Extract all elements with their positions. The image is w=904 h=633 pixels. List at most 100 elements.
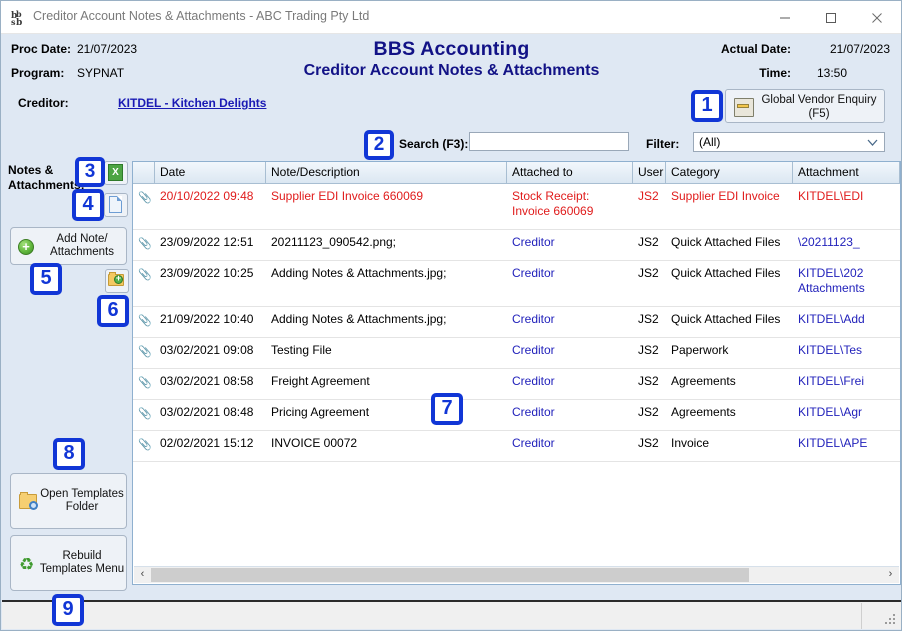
cell-note[interactable]: Adding Notes & Attachments.jpg; bbox=[266, 307, 507, 338]
cell-category[interactable]: Agreements bbox=[666, 400, 793, 431]
cell-category[interactable]: Agreements bbox=[666, 369, 793, 400]
creditor-link[interactable]: KITDEL - Kitchen Delights bbox=[118, 96, 266, 110]
cell-date[interactable]: 03/02/2021 08:48 bbox=[155, 400, 266, 431]
filter-dropdown[interactable]: (All) bbox=[693, 132, 885, 152]
grid-header-attachment[interactable]: Attachment bbox=[793, 162, 900, 183]
callout-badge-1: 1 bbox=[691, 90, 723, 122]
cell-category[interactable]: Paperwork bbox=[666, 338, 793, 369]
cell-date[interactable]: 23/09/2022 10:25 bbox=[155, 261, 266, 307]
cell-attached-to[interactable]: Creditor bbox=[507, 338, 633, 369]
cell-attached-to[interactable]: Creditor bbox=[507, 400, 633, 431]
table-row[interactable]: 📎 23/09/2022 12:5120211123_090542.png;Cre… bbox=[133, 230, 900, 261]
paperclip-icon[interactable]: 📎 bbox=[138, 191, 149, 206]
paperclip-icon[interactable]: 📎 bbox=[138, 438, 149, 453]
add-note-label: Add Note/ Attachments bbox=[39, 228, 125, 264]
cell-note[interactable]: Testing File bbox=[266, 338, 507, 369]
cell-category[interactable]: Quick Attached Files bbox=[666, 230, 793, 261]
cell-user[interactable]: JS2 bbox=[633, 184, 666, 230]
close-button[interactable] bbox=[854, 1, 900, 33]
cell-user[interactable]: JS2 bbox=[633, 307, 666, 338]
table-row[interactable]: 📎 03/02/2021 08:58Freight AgreementCredit… bbox=[133, 369, 900, 400]
grid-header-note-description[interactable]: Note/Description bbox=[266, 162, 507, 183]
cell-user[interactable]: JS2 bbox=[633, 338, 666, 369]
horizontal-scrollbar[interactable]: ‹ › bbox=[134, 566, 899, 583]
grid-header-attachment-col[interactable] bbox=[133, 162, 155, 183]
cell-date[interactable]: 23/09/2022 12:51 bbox=[155, 230, 266, 261]
export-document-button[interactable] bbox=[104, 193, 128, 217]
paperclip-icon[interactable]: 📎 bbox=[138, 407, 149, 422]
grid-header-row: DateNote/DescriptionAttached toUserCateg… bbox=[133, 162, 900, 184]
cell-category[interactable]: Quick Attached Files bbox=[666, 307, 793, 338]
cell-attached-to[interactable]: Creditor bbox=[507, 431, 633, 462]
cell-category[interactable]: Quick Attached Files bbox=[666, 261, 793, 307]
cell-attachment[interactable]: \20211123_ bbox=[793, 230, 900, 261]
cell-attachment[interactable]: KITDEL\APE bbox=[793, 431, 900, 462]
new-folder-button[interactable] bbox=[105, 269, 129, 293]
grid-header-category[interactable]: Category bbox=[666, 162, 793, 183]
rebuild-templates-label: Rebuild Templates Menu bbox=[39, 536, 125, 590]
paperclip-icon[interactable]: 📎 bbox=[138, 345, 149, 360]
scrollbar-thumb[interactable] bbox=[151, 568, 749, 582]
paperclip-icon[interactable]: 📎 bbox=[138, 376, 149, 391]
minimize-button[interactable] bbox=[762, 1, 808, 33]
folder-plus-icon bbox=[114, 275, 123, 284]
grid-header-date[interactable]: Date bbox=[155, 162, 266, 183]
table-row[interactable]: 📎 02/02/2021 15:12INVOICE 00072CreditorJS… bbox=[133, 431, 900, 462]
cell-note[interactable]: Supplier EDI Invoice 660069 bbox=[266, 184, 507, 230]
cell-user[interactable]: JS2 bbox=[633, 261, 666, 307]
table-row[interactable]: 📎 23/09/2022 10:25Adding Notes & Attachme… bbox=[133, 261, 900, 307]
resize-grip-icon[interactable] bbox=[885, 614, 897, 626]
grid-header-attached-to[interactable]: Attached to bbox=[507, 162, 633, 183]
callout-badge-2: 2 bbox=[364, 130, 394, 160]
scroll-left-arrow[interactable]: ‹ bbox=[134, 567, 151, 582]
cell-attached-to[interactable]: Creditor bbox=[507, 307, 633, 338]
table-row[interactable]: 📎 21/09/2022 10:40Adding Notes & Attachme… bbox=[133, 307, 900, 338]
add-note-attachments-button[interactable]: Add Note/ Attachments bbox=[10, 227, 127, 265]
grid-header-user[interactable]: User bbox=[633, 162, 666, 183]
cell-note[interactable]: 20211123_090542.png; bbox=[266, 230, 507, 261]
cell-attached-to[interactable]: Creditor bbox=[507, 369, 633, 400]
cell-category[interactable]: Invoice bbox=[666, 431, 793, 462]
cell-user[interactable]: JS2 bbox=[633, 369, 666, 400]
cell-attachment[interactable]: KITDEL\Tes bbox=[793, 338, 900, 369]
open-templates-label: Open Templates Folder bbox=[39, 474, 125, 528]
export-excel-button[interactable] bbox=[104, 161, 128, 185]
open-templates-folder-button[interactable]: Open Templates Folder bbox=[10, 473, 127, 529]
cell-date[interactable]: 20/10/2022 09:48 bbox=[155, 184, 266, 230]
cell-attached-to[interactable]: Creditor bbox=[507, 230, 633, 261]
maximize-button[interactable] bbox=[808, 1, 854, 33]
actual-date-value: 21/07/2023 bbox=[830, 42, 890, 56]
cell-date[interactable]: 03/02/2021 09:08 bbox=[155, 338, 266, 369]
cell-attachment[interactable]: KITDEL\202 Attachments bbox=[793, 261, 900, 307]
cell-attachment[interactable]: KITDEL\Frei bbox=[793, 369, 900, 400]
rebuild-templates-menu-button[interactable]: ♻ Rebuild Templates Menu bbox=[10, 535, 127, 591]
cell-attachment[interactable]: KITDEL\EDI bbox=[793, 184, 900, 230]
cell-date[interactable]: 03/02/2021 08:58 bbox=[155, 369, 266, 400]
cell-user[interactable]: JS2 bbox=[633, 230, 666, 261]
cell-note[interactable]: Pricing Agreement bbox=[266, 400, 507, 431]
gve-line1: Global Vendor Enquiry bbox=[761, 94, 876, 106]
cell-date[interactable]: 02/02/2021 15:12 bbox=[155, 431, 266, 462]
cell-note[interactable]: Adding Notes & Attachments.jpg; bbox=[266, 261, 507, 307]
paperclip-icon[interactable]: 📎 bbox=[138, 237, 149, 252]
cell-attached-to[interactable]: Creditor bbox=[507, 261, 633, 307]
cell-attached-to[interactable]: Stock Receipt: Invoice 660069 bbox=[507, 184, 633, 230]
global-vendor-enquiry-button[interactable]: Global Vendor Enquiry (F5) bbox=[725, 89, 885, 123]
cell-user[interactable]: JS2 bbox=[633, 431, 666, 462]
scroll-right-arrow[interactable]: › bbox=[882, 567, 899, 582]
plus-circle-icon bbox=[18, 239, 34, 255]
title-bar: b b s b Creditor Account Notes & Attachm… bbox=[1, 1, 901, 34]
table-row[interactable]: 📎 03/02/2021 08:48Pricing AgreementCredit… bbox=[133, 400, 900, 431]
cell-note[interactable]: Freight Agreement bbox=[266, 369, 507, 400]
table-row[interactable]: 📎 03/02/2021 09:08Testing FileCreditorJS2… bbox=[133, 338, 900, 369]
cell-user[interactable]: JS2 bbox=[633, 400, 666, 431]
cell-attachment[interactable]: KITDEL\Agr bbox=[793, 400, 900, 431]
paperclip-icon[interactable]: 📎 bbox=[138, 268, 149, 283]
table-row[interactable]: 📎 20/10/2022 09:48Supplier EDI Invoice 66… bbox=[133, 184, 900, 230]
search-input[interactable] bbox=[469, 132, 629, 151]
cell-category[interactable]: Supplier EDI Invoice bbox=[666, 184, 793, 230]
cell-attachment[interactable]: KITDEL\Add bbox=[793, 307, 900, 338]
cell-note[interactable]: INVOICE 00072 bbox=[266, 431, 507, 462]
paperclip-icon[interactable]: 📎 bbox=[138, 314, 149, 329]
cell-date[interactable]: 21/09/2022 10:40 bbox=[155, 307, 266, 338]
